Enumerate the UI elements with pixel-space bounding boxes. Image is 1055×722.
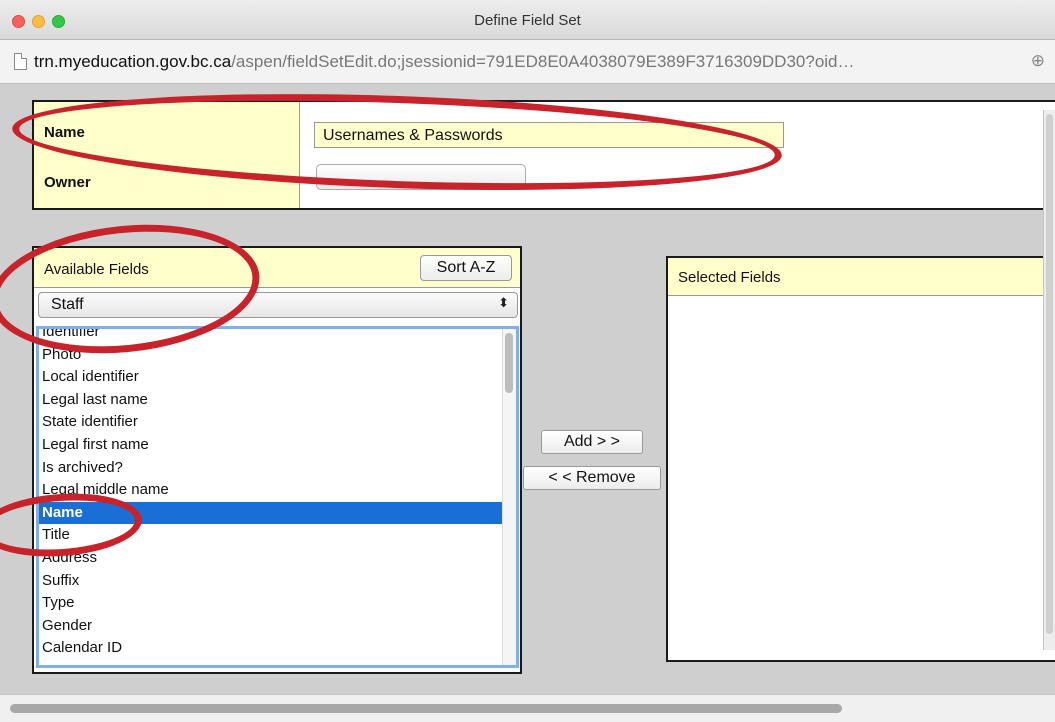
- page-content: Name Owner Usernames & Passwords Availab…: [8, 84, 1055, 694]
- address-bar[interactable]: trn.myeducation.gov.bc.ca/aspen/fieldSet…: [0, 40, 1055, 84]
- list-item[interactable]: Address: [39, 547, 505, 570]
- title-bar: Define Field Set: [0, 0, 1055, 40]
- selected-fields-title: Selected Fields: [678, 269, 781, 286]
- list-item[interactable]: Local identifier: [39, 366, 505, 389]
- available-fields-list[interactable]: Identifier Photo Local identifier Legal las…: [36, 326, 519, 668]
- list-item[interactable]: Photo: [39, 344, 505, 367]
- name-input[interactable]: Usernames & Passwords: [314, 122, 784, 148]
- add-button[interactable]: Add > >: [541, 430, 643, 454]
- table-select-value: Staff: [51, 296, 84, 313]
- window-title: Define Field Set: [474, 12, 581, 29]
- list-item[interactable]: Gender: [39, 615, 505, 638]
- list-item[interactable]: Legal last name: [39, 389, 505, 412]
- available-fields-items: Identifier Photo Local identifier Legal las…: [39, 329, 505, 660]
- field-set-properties: Name Owner Usernames & Passwords: [32, 100, 1055, 210]
- url-host: trn.myeducation.gov.bc.ca: [34, 52, 232, 71]
- page-horizontal-scrollbar[interactable]: [0, 694, 1055, 722]
- url-path: /aspen/fieldSetEdit.do;jsessionid=791ED8…: [231, 52, 855, 71]
- selected-fields-header: Selected Fields: [668, 258, 1055, 296]
- list-item[interactable]: Identifier: [39, 329, 505, 344]
- list-item[interactable]: Title: [39, 524, 505, 547]
- list-item[interactable]: Type: [39, 592, 505, 615]
- owner-label: Owner: [44, 174, 91, 191]
- name-label: Name: [44, 124, 85, 141]
- list-item[interactable]: Is archived?: [39, 457, 505, 480]
- page-vertical-scrollbar[interactable]: [1043, 110, 1055, 650]
- zoom-icon[interactable]: ⊕: [1031, 51, 1045, 71]
- remove-button[interactable]: < < Remove: [523, 466, 661, 490]
- list-scroll-thumb[interactable]: [505, 333, 513, 393]
- list-item[interactable]: Calendar ID: [39, 637, 505, 660]
- list-item[interactable]: Legal first name: [39, 434, 505, 457]
- list-scrollbar[interactable]: [502, 329, 516, 665]
- available-fields-header: Available Fields Sort A-Z: [34, 248, 520, 288]
- owner-select[interactable]: [316, 164, 526, 190]
- browser-window: Define Field Set trn.myeducation.gov.bc.…: [0, 0, 1055, 722]
- select-arrows-icon: ⬍: [498, 295, 509, 310]
- sort-az-button[interactable]: Sort A-Z: [420, 255, 512, 281]
- list-item[interactable]: State identifier: [39, 411, 505, 434]
- selected-fields-panel: Selected Fields: [666, 256, 1055, 662]
- page-vertical-scroll-thumb[interactable]: [1046, 114, 1053, 634]
- list-item[interactable]: Suffix: [39, 570, 505, 593]
- available-fields-panel: Available Fields Sort A-Z Staff ⬍ Identi…: [32, 246, 522, 674]
- page-horizontal-scroll-thumb[interactable]: [10, 704, 842, 713]
- available-fields-title: Available Fields: [44, 261, 149, 278]
- page-icon: [14, 53, 27, 70]
- list-item[interactable]: Legal middle name: [39, 479, 505, 502]
- url-text[interactable]: trn.myeducation.gov.bc.ca/aspen/fieldSet…: [34, 52, 855, 72]
- property-labels: Name Owner: [34, 102, 300, 208]
- table-select[interactable]: Staff ⬍: [38, 292, 518, 318]
- list-item[interactable]: Name: [39, 501, 505, 525]
